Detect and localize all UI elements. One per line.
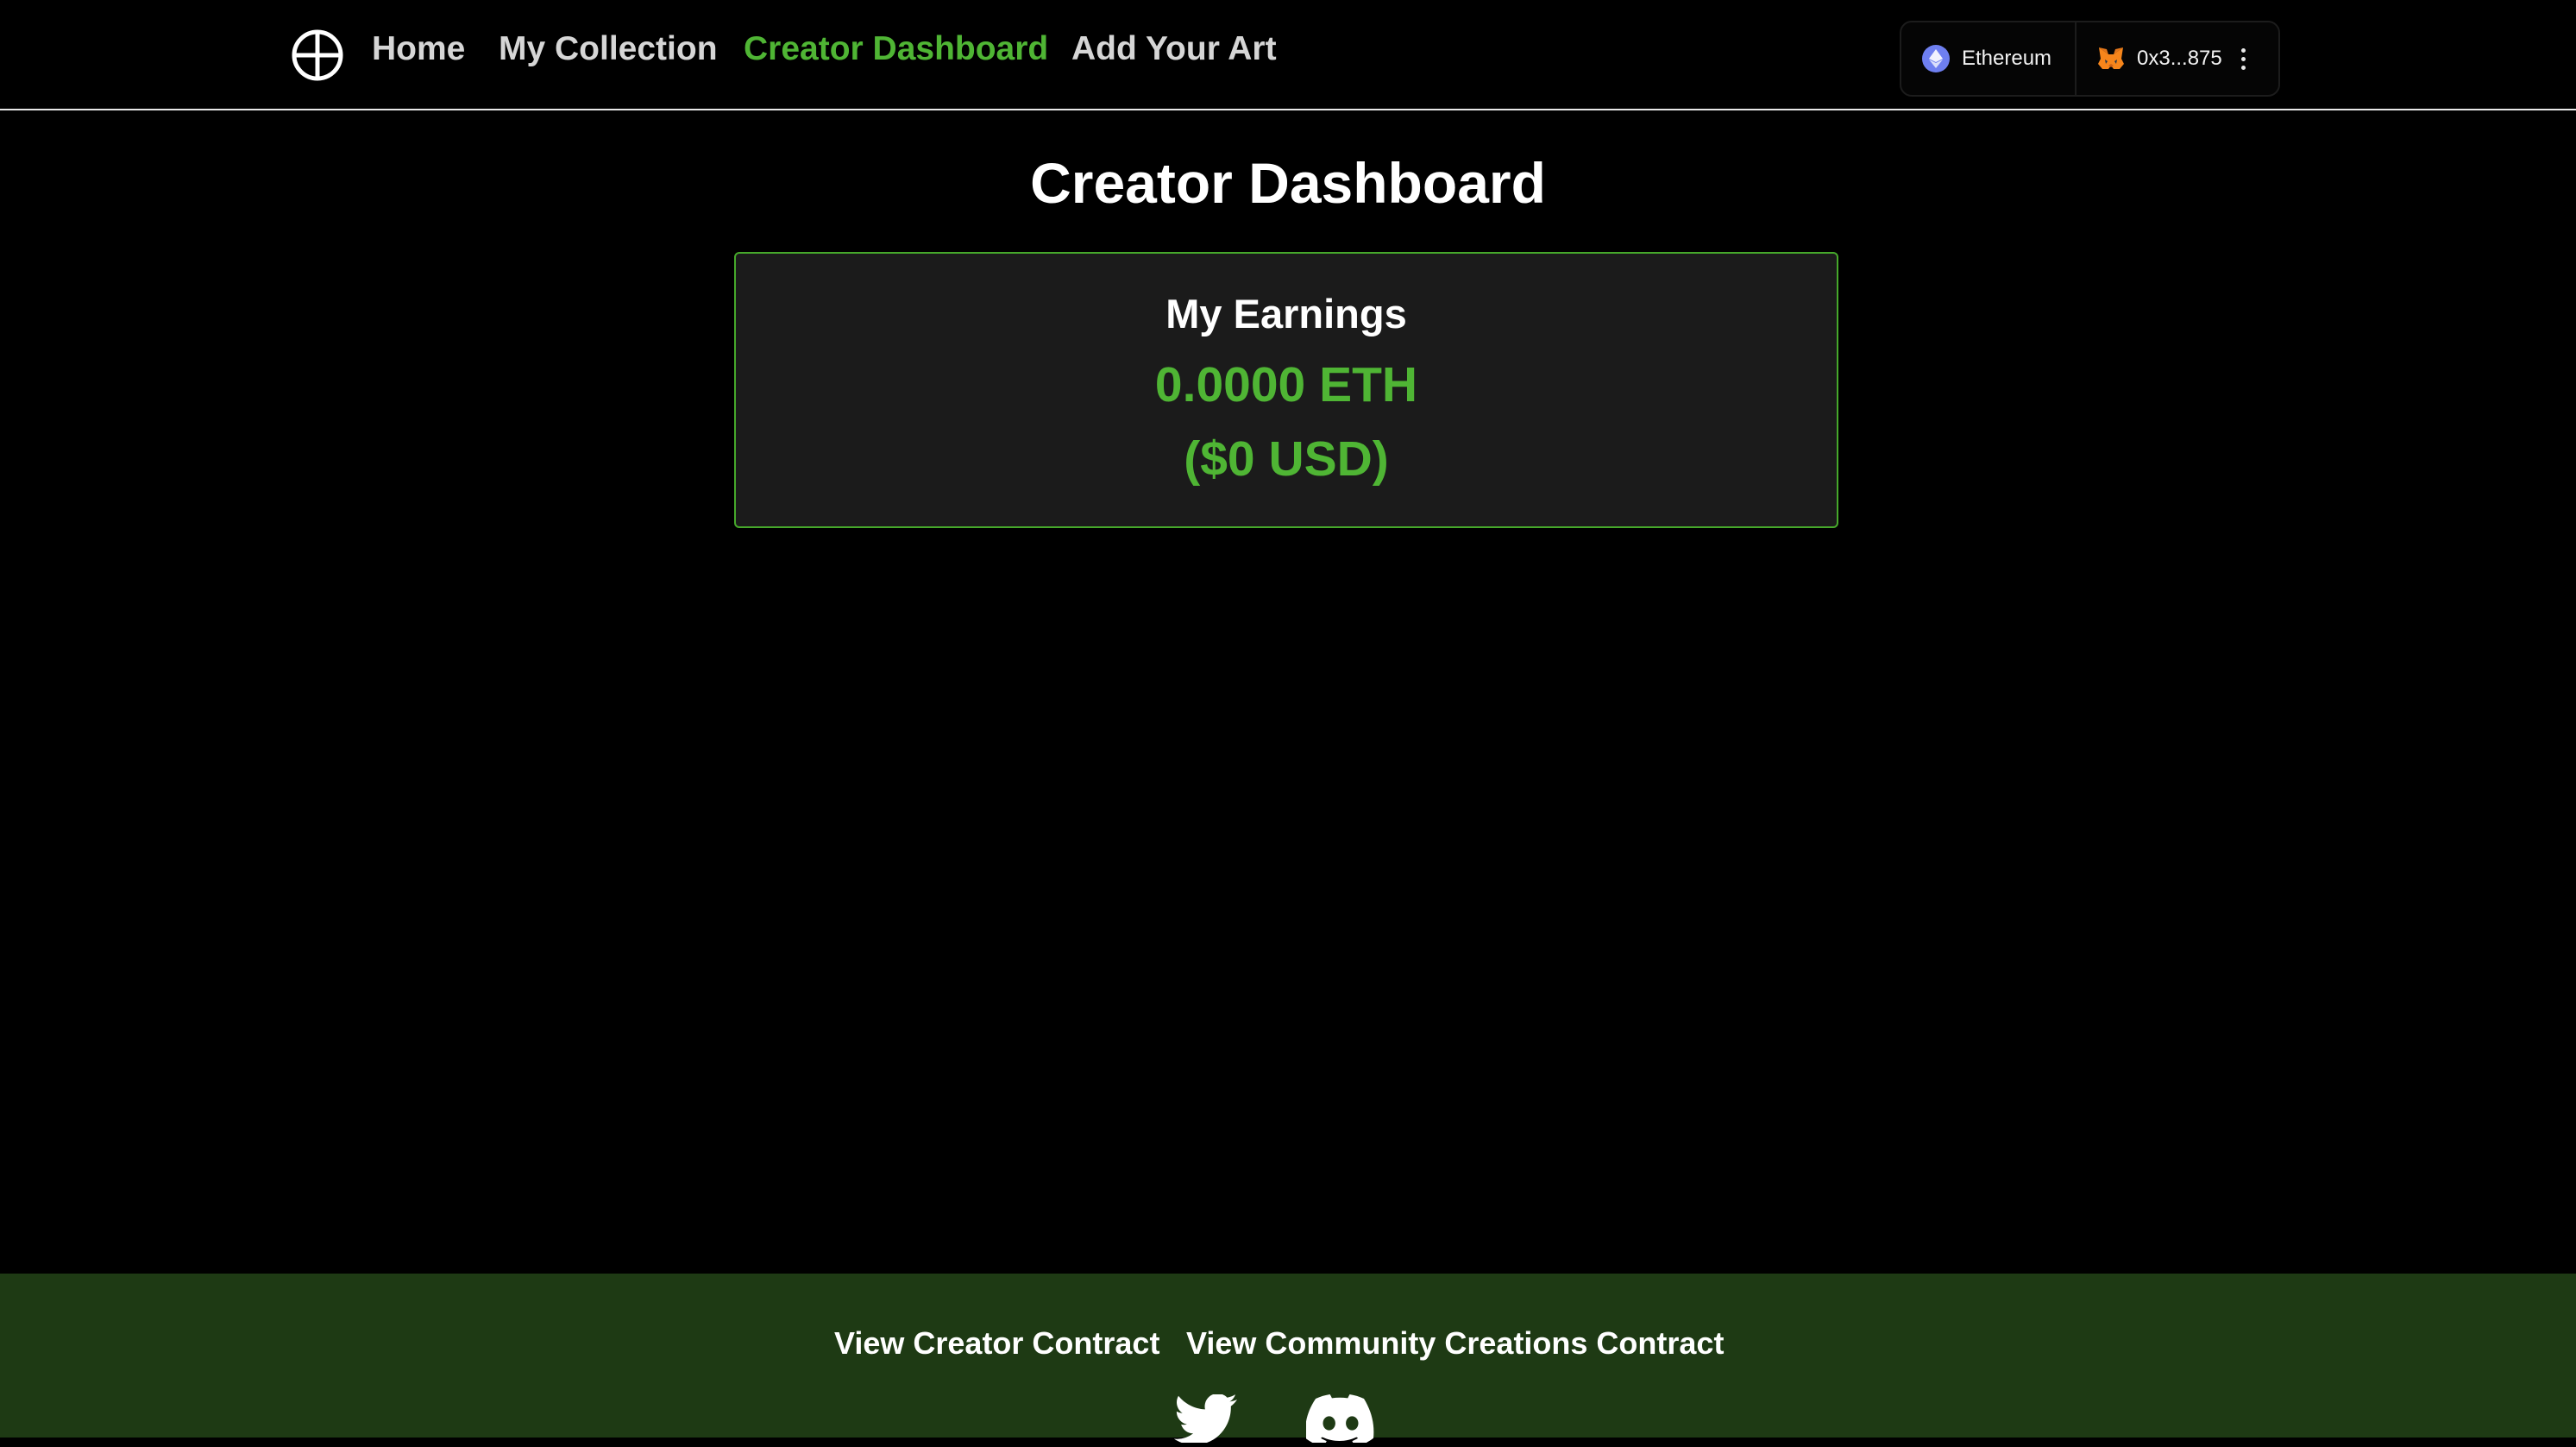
nav-link-creator-dashboard[interactable]: Creator Dashboard: [744, 28, 1048, 71]
network-name: Ethereum: [1962, 47, 2052, 70]
ethereum-icon: [1922, 45, 1950, 72]
top-nav-bar: Home My Collection Creator Dashboard Add…: [0, 0, 2576, 110]
nav-link-home[interactable]: Home: [372, 28, 465, 71]
twitter-icon[interactable]: [1173, 1394, 1239, 1447]
page-title: Creator Dashboard: [1030, 151, 1546, 215]
earnings-usd-value: ($0 USD): [1184, 431, 1389, 487]
network-selector-button[interactable]: Ethereum: [1901, 22, 2077, 95]
view-community-contract-link[interactable]: View Community Creations Contract: [1186, 1324, 1724, 1363]
more-vertical-icon[interactable]: [2240, 47, 2246, 70]
earnings-card: My Earnings 0.0000 ETH ($0 USD): [734, 252, 1838, 528]
nav-link-add-your-art[interactable]: Add Your Art: [1071, 28, 1277, 71]
footer: View Creator Contract View Community Cre…: [0, 1274, 2576, 1447]
metamask-fox-icon: [2097, 47, 2125, 71]
wallet-widget: Ethereum 0x3...875: [1900, 21, 2280, 97]
nav-link-my-collection[interactable]: My Collection: [499, 28, 718, 71]
view-creator-contract-link[interactable]: View Creator Contract: [834, 1324, 1159, 1363]
earnings-label: My Earnings: [1165, 291, 1407, 337]
account-button[interactable]: 0x3...875: [2077, 22, 2278, 95]
discord-icon[interactable]: [1304, 1394, 1375, 1447]
account-address: 0x3...875: [2137, 47, 2222, 70]
earnings-eth-value: 0.0000 ETH: [1154, 357, 1418, 412]
logo-circle-plus-icon[interactable]: [291, 28, 344, 82]
